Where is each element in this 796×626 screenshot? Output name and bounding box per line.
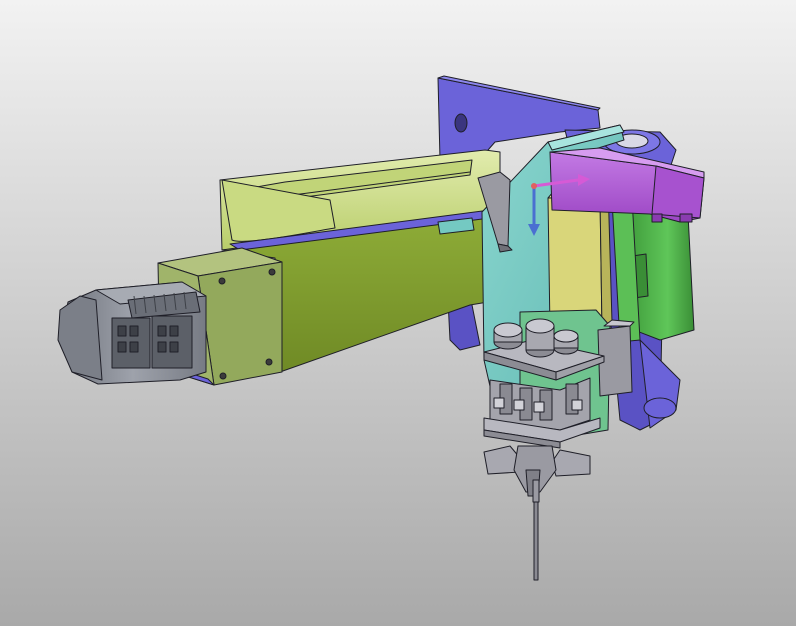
triad-origin — [531, 183, 537, 189]
screw-icon — [218, 277, 226, 285]
pneumatic-cylinder[interactable] — [553, 329, 579, 355]
cad-viewport[interactable] — [0, 0, 796, 626]
screw-icon — [219, 372, 227, 380]
pneumatic-cylinder[interactable] — [525, 318, 555, 358]
left-servo-motor[interactable] — [57, 281, 207, 385]
screw-icon — [265, 358, 273, 366]
screw-icon — [268, 268, 276, 276]
assembly-model[interactable] — [0, 0, 796, 626]
pneumatic-cylinder[interactable] — [493, 322, 523, 350]
probe-needle[interactable] — [532, 479, 540, 581]
mount-hole — [454, 113, 468, 133]
